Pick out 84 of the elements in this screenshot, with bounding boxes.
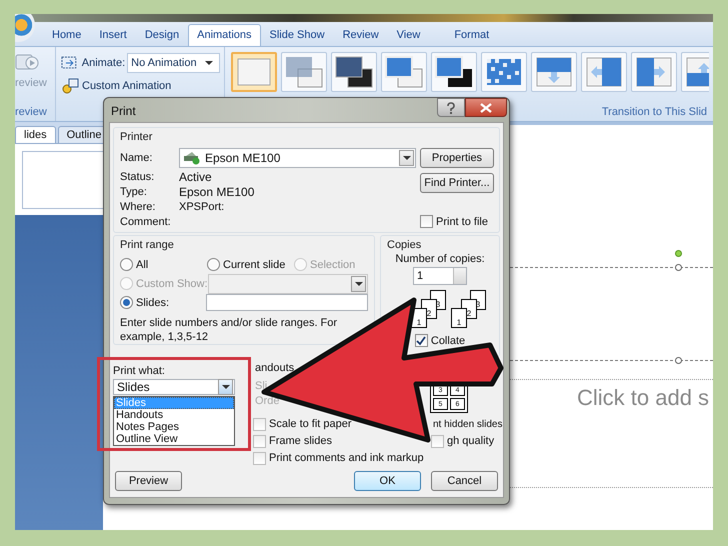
checkbox[interactable] <box>253 452 266 464</box>
close-icon <box>480 102 492 112</box>
dialog-button[interactable]: Cancel <box>431 471 498 491</box>
field-label: Name: <box>120 152 154 164</box>
field-label: Where: <box>120 200 156 212</box>
ribbon-tab[interactable]: Home <box>43 24 90 46</box>
slide-thumbnail[interactable] <box>22 151 104 209</box>
dialog-button[interactable]: OK <box>354 471 421 491</box>
field-label: Sli <box>255 379 268 394</box>
printer-icon <box>183 151 201 165</box>
transition-thumbnail[interactable] <box>281 52 327 92</box>
radio-button[interactable] <box>120 296 133 309</box>
ribbon-tab[interactable]: Review <box>334 24 388 46</box>
transition-thumbnail[interactable] <box>581 52 627 92</box>
checkbox-label: Print to file <box>436 216 488 228</box>
field-value: XPSPort: <box>179 200 226 212</box>
checkbox[interactable] <box>420 215 433 228</box>
transition-thumbnail[interactable] <box>431 52 477 92</box>
field-label: Comment: <box>120 216 172 228</box>
help-button[interactable] <box>437 98 465 117</box>
transition-thumbnail[interactable] <box>631 52 677 92</box>
field-label: Status: <box>120 170 156 182</box>
radio-label: Current slide <box>223 258 286 270</box>
radio-label: Selection <box>310 258 356 270</box>
help-icon <box>446 102 456 114</box>
resize-handle[interactable] <box>675 357 682 364</box>
field-value: Epson ME100 <box>179 184 256 198</box>
resize-handle[interactable] <box>675 264 682 271</box>
radio-label: All <box>136 258 148 270</box>
dialog-button[interactable]: Properties <box>420 148 494 168</box>
dialog-title: Print <box>110 103 136 118</box>
ribbon-tab[interactable]: View <box>388 24 430 46</box>
close-button[interactable] <box>465 98 507 117</box>
checkbox-label: Print comments and ink markup <box>269 452 424 464</box>
group-heading: andouts <box>254 362 296 375</box>
field-value: Active <box>179 170 213 184</box>
ribbon-tab[interactable]: Insert <box>90 24 136 46</box>
transition-thumbnail[interactable] <box>331 52 377 92</box>
ribbon-tab[interactable]: Animations <box>188 24 261 46</box>
checkbox[interactable] <box>253 418 266 430</box>
radio-button[interactable] <box>120 258 133 271</box>
checkbox-label: nt hidden slides <box>432 418 502 430</box>
checkbox-label: Frame slides <box>269 435 332 447</box>
ribbon-tab[interactable]: Slide Show <box>260 24 334 46</box>
dropdown-option[interactable]: Handouts <box>114 409 234 421</box>
checkbox[interactable] <box>414 334 428 347</box>
copies-spinner[interactable]: 1 <box>413 267 467 285</box>
radio-label: Custom Show: <box>136 278 208 290</box>
group-label: review <box>15 106 48 120</box>
field-label: Print what: <box>113 365 166 377</box>
transition-thumbnail[interactable] <box>481 52 527 92</box>
slides-input-field[interactable] <box>206 294 368 311</box>
checkbox[interactable] <box>431 434 444 448</box>
dropdown-option[interactable]: Outline View <box>114 433 234 445</box>
dialog-button[interactable]: Preview <box>115 471 182 491</box>
custom-animation-button[interactable]: Custom Animation <box>60 77 220 95</box>
dialog-button[interactable]: Find Printer... <box>420 173 494 193</box>
animate-label: Animate: <box>82 57 126 69</box>
print-what-dropdown[interactable]: Slides <box>113 379 235 395</box>
ribbon-tab[interactable]: Format <box>445 24 498 46</box>
radio-label: Slides: <box>136 296 170 308</box>
printer-dropdown[interactable]: Epson ME100 <box>179 148 416 168</box>
group-heading: Copies <box>387 239 422 251</box>
field-label: Number of copies: <box>395 253 485 265</box>
group-label: Transition to This Slid <box>602 106 708 120</box>
checkbox[interactable] <box>253 434 266 448</box>
transition-thumbnail[interactable] <box>531 52 577 92</box>
custom-show-dropdown[interactable] <box>208 274 368 294</box>
group-heading: Print range <box>120 239 175 251</box>
transition-thumbnail[interactable] <box>381 52 427 92</box>
checkbox-label: Collate <box>430 334 466 346</box>
field-label: Orde <box>255 394 280 409</box>
rotation-handle[interactable] <box>675 250 682 257</box>
field-label: Type: <box>120 186 148 198</box>
transition-thumbnail[interactable] <box>231 52 277 92</box>
group-heading: Printer <box>120 131 154 143</box>
animate-dropdown[interactable]: No Animation <box>127 53 220 73</box>
ribbon-tab[interactable]: Design <box>136 24 188 46</box>
checkbox-label: gh quality <box>447 435 494 447</box>
radio-button[interactable] <box>207 258 220 271</box>
checkbox-label: Scale to fit paper <box>269 418 352 430</box>
instruction-text: Enter slide numbers and/or slide ranges. For example, 1,3,5-12 <box>120 316 338 344</box>
dropdown-option[interactable]: Notes Pages <box>114 421 234 433</box>
pane-tab[interactable]: lides <box>15 126 56 143</box>
